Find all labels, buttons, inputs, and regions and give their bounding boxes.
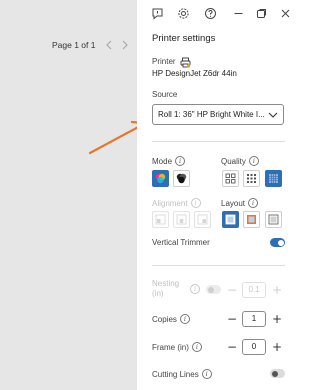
settings-gear-icon[interactable]: [175, 5, 191, 21]
info-icon[interactable]: i: [248, 198, 259, 208]
chevron-down-icon: [268, 112, 278, 118]
frame-increment-button[interactable]: +: [271, 341, 283, 353]
toggle-knob: [271, 370, 278, 377]
nesting-value-field[interactable]: 0.1: [242, 282, 266, 298]
layout-label: Layout i: [221, 198, 259, 208]
color-mode-icon: [155, 173, 166, 184]
layout-no-margins-option[interactable]: [222, 211, 239, 228]
layout-oversize-option[interactable]: [265, 211, 282, 228]
info-icon[interactable]: i: [179, 314, 190, 324]
align-left-icon: [155, 214, 166, 225]
align-center-icon: [176, 214, 187, 225]
mode-label: Mode i: [152, 156, 186, 166]
quality-normal-icon: [247, 174, 256, 183]
copies-increment-button[interactable]: +: [271, 313, 283, 325]
copies-decrement-button[interactable]: −: [226, 313, 238, 325]
cutting-lines-label: Cutting Lines i: [152, 369, 212, 379]
alignment-right-option[interactable]: [194, 211, 211, 228]
page-indicator: Page 1 of 1: [52, 40, 96, 50]
source-selected-value: Roll 1: 36" HP Bright White I...: [158, 110, 265, 119]
grayscale-mode-icon: [176, 173, 187, 184]
restore-icon[interactable]: [253, 5, 269, 21]
layout-with-margins-option[interactable]: [243, 211, 260, 228]
mode-color-option[interactable]: [152, 170, 169, 187]
quality-normal-option[interactable]: [243, 170, 260, 187]
printer-label: Printer: [152, 57, 176, 66]
quality-label: Quality i: [221, 156, 259, 166]
frame-decrement-button[interactable]: −: [226, 341, 238, 353]
toggle-knob: [207, 286, 214, 293]
layout-oversize-icon: [268, 214, 279, 225]
feedback-icon[interactable]: [149, 5, 165, 21]
alignment-left-option[interactable]: [152, 211, 169, 228]
alignment-center-option[interactable]: [173, 211, 190, 228]
info-icon[interactable]: i: [201, 369, 212, 379]
chevron-right-icon: [123, 40, 129, 50]
copies-value-field[interactable]: 1: [242, 311, 266, 327]
printer-name: HP DesignJet Z6dr 44in: [152, 69, 237, 78]
nesting-increment-button[interactable]: +: [271, 284, 283, 296]
page-navigation: Page 1 of 1: [52, 38, 131, 52]
info-icon[interactable]: i: [191, 342, 202, 352]
print-preview-area: Page 1 of 1: [0, 0, 137, 390]
toggle-knob: [278, 239, 284, 246]
layout-with-margins-icon: [247, 215, 256, 224]
window-toolbar: [137, 5, 300, 21]
nesting-decrement-button[interactable]: −: [226, 284, 238, 296]
vertical-trimmer-label: Vertical Trimmer: [152, 238, 210, 247]
frame-label: Frame (in) i: [152, 342, 202, 352]
source-dropdown[interactable]: Roll 1: 36" HP Bright White I...: [152, 104, 284, 125]
quality-best-icon: [269, 174, 278, 183]
source-label: Source: [152, 90, 178, 99]
next-page-button[interactable]: [119, 38, 131, 52]
section-divider: [152, 141, 285, 142]
info-icon: i: [190, 284, 200, 294]
quality-speed-option[interactable]: [222, 170, 239, 187]
alignment-label: Alignment i: [152, 198, 201, 208]
previous-page-button[interactable]: [103, 38, 115, 52]
info-icon: i: [190, 198, 201, 208]
nesting-label: Nesting (in): [152, 279, 180, 298]
frame-value-field[interactable]: 0: [242, 339, 266, 355]
copies-label: Copies i: [152, 314, 190, 324]
layout-no-margins-icon: [225, 214, 236, 225]
chevron-left-icon: [106, 40, 112, 50]
quality-speed-icon: [225, 173, 236, 184]
panel-title: Printer settings: [152, 33, 216, 44]
quality-best-option[interactable]: [265, 170, 282, 187]
printer-settings-panel: Printer settings Printer HP DesignJet Z6…: [137, 0, 300, 390]
help-icon[interactable]: [202, 5, 218, 21]
minimize-icon[interactable]: [230, 5, 246, 21]
cutting-lines-toggle[interactable]: [270, 369, 285, 378]
info-icon[interactable]: i: [248, 156, 259, 166]
section-divider: [152, 265, 285, 266]
close-icon[interactable]: [277, 5, 293, 21]
align-right-icon: [197, 214, 208, 225]
vertical-trimmer-toggle[interactable]: [270, 238, 285, 247]
nesting-toggle[interactable]: [206, 285, 221, 294]
info-icon[interactable]: i: [175, 156, 186, 166]
mode-grayscale-option[interactable]: [173, 170, 190, 187]
